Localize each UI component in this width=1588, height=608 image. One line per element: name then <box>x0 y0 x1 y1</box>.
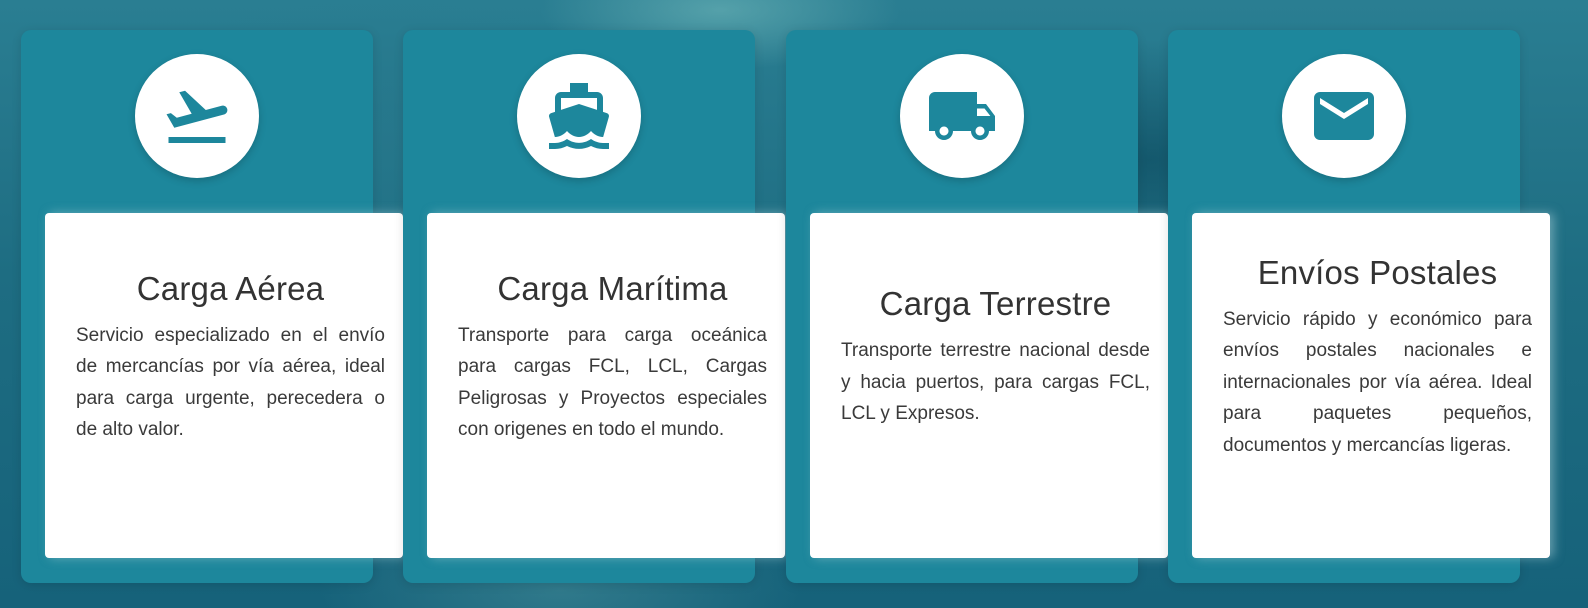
service-title: Carga Marítima <box>497 269 728 307</box>
icon-circle <box>900 54 1024 178</box>
service-card: Envíos Postales Servicio rápido y económ… <box>1192 213 1550 558</box>
service-title: Carga Terrestre <box>879 285 1112 323</box>
service-card: Carga Terrestre Transporte terrestre nac… <box>810 213 1168 558</box>
service-card: Carga Aérea Servicio especializado en el… <box>45 213 403 558</box>
icon-circle <box>517 54 641 178</box>
service-title: Envíos Postales <box>1257 253 1498 291</box>
service-panel-envios-postales: Envíos Postales Servicio rápido y económ… <box>1168 30 1550 583</box>
service-panel-carga-maritima: Carga Marítima Transporte para carga oce… <box>403 30 785 583</box>
services-section: Carga Aérea Servicio especializado en el… <box>0 0 1588 608</box>
service-card: Carga Marítima Transporte para carga oce… <box>427 213 785 558</box>
service-description: Transporte terrestre nacional desde y ha… <box>841 340 1150 425</box>
envelope-icon <box>1314 92 1374 140</box>
airplane-takeoff-icon <box>166 90 228 143</box>
service-description: Servicio especializado en el envío de me… <box>76 324 385 441</box>
ship-icon <box>548 83 609 149</box>
service-description: Servicio rápido y económico para envíos … <box>1223 308 1532 456</box>
icon-circle <box>1282 54 1406 178</box>
service-panel-carga-aerea: Carga Aérea Servicio especializado en el… <box>21 30 403 583</box>
service-panel-carga-terrestre: Carga Terrestre Transporte terrestre nac… <box>786 30 1168 583</box>
service-title: Carga Aérea <box>136 269 325 307</box>
icon-circle <box>135 54 259 178</box>
truck-icon <box>929 92 995 140</box>
service-description: Transporte para carga oceánica para carg… <box>458 324 767 441</box>
